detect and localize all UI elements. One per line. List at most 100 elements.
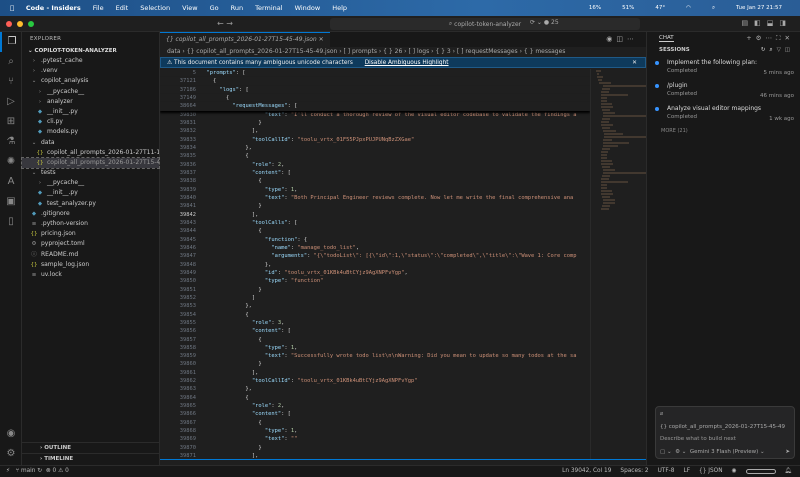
clock[interactable]: Tue Jan 27 21:57 xyxy=(736,5,782,11)
file-tree-item[interactable]: ◆ __init__.py xyxy=(22,188,159,198)
toggle-panel-icon[interactable]: ⬓ xyxy=(767,19,780,27)
file-tree-item[interactable]: ⌄ copilot_analysis xyxy=(22,76,159,86)
code-line[interactable]: 39855 "role": 3, xyxy=(160,319,590,327)
tools-icon[interactable]: ⚙ ⌄ xyxy=(675,449,686,455)
chat-title[interactable]: CHAT xyxy=(659,35,674,42)
code-line[interactable]: 39871 ], xyxy=(160,452,590,459)
apple-icon[interactable]:  xyxy=(10,4,14,12)
remote-explorer-icon[interactable]: ▣ xyxy=(0,192,22,212)
branch[interactable]: main xyxy=(21,468,35,474)
code-line[interactable]: 39849 "id": "toolu_vrtx_01KBk4uBtCYjz9Ag… xyxy=(160,269,590,277)
code-line[interactable]: 39838 { xyxy=(160,177,590,185)
file-tree-item[interactable]: › .pytest_cache xyxy=(22,56,159,66)
new-chat-icon[interactable]: + xyxy=(746,34,755,42)
testing-icon[interactable]: ⚗ xyxy=(0,132,22,152)
account-icon[interactable]: ◉ xyxy=(0,424,22,444)
notifications-icon[interactable]: 🔔︎ xyxy=(785,466,792,477)
timeline-section[interactable]: › TIMELINE xyxy=(22,453,160,464)
code-line[interactable]: 39861 ], xyxy=(160,369,590,377)
file-tree-item[interactable]: ◆ .gitignore xyxy=(22,209,159,219)
code-line[interactable]: 39846 "name": "manage_todo_list", xyxy=(160,244,590,252)
code-line[interactable]: 39867 { xyxy=(160,419,590,427)
file-tree-item[interactable]: ⌄ tests xyxy=(22,168,159,178)
file-tree-item[interactable]: ◆ __init__.py xyxy=(22,107,159,117)
session-item[interactable]: /plugin Completed 46 mins ago xyxy=(647,79,800,102)
code-line[interactable]: 39847 "arguments": "{\"todoList\": [{\"i… xyxy=(160,252,590,260)
sticky-scroll-line[interactable]: 5 "prompts": [ xyxy=(160,69,590,78)
model-picker[interactable]: Gemini 3 Flash (Preview) xyxy=(690,449,758,455)
menu-file[interactable]: File xyxy=(93,4,104,12)
menu-view[interactable]: View xyxy=(182,4,197,12)
workspace-root[interactable]: ⌄ COPILOT-TOKEN-ANALYZER xyxy=(22,46,159,56)
copilot-icon[interactable]: ✺ xyxy=(0,152,22,172)
explorer-icon[interactable]: ❐ xyxy=(0,32,22,52)
copilot-icon[interactable]: ◉ xyxy=(606,35,616,43)
code-line[interactable]: 39836 "role": 2, xyxy=(160,161,590,169)
code-line[interactable]: 39866 "content": [ xyxy=(160,410,590,418)
agent-picker-icon[interactable]: ▢ ⌄ xyxy=(660,449,672,455)
code-line[interactable]: 39835 { xyxy=(160,152,590,160)
code-line[interactable]: 39857 { xyxy=(160,336,590,344)
code-line[interactable]: 39848 }, xyxy=(160,261,590,269)
file-tree-item[interactable]: ⓘ README.md xyxy=(22,250,159,260)
more-sessions[interactable]: MORE (21) xyxy=(647,128,800,134)
editor-tab[interactable]: {} copilot_all_prompts_2026-01-27T15-45-… xyxy=(160,32,330,47)
file-tree-item[interactable]: ≡ uv.lock xyxy=(22,270,159,280)
forward-arrow-icon[interactable]: → xyxy=(226,19,233,28)
search-icon[interactable]: ⌕ xyxy=(769,47,776,53)
session-item[interactable]: Analyze visual editor mappings Completed 1… xyxy=(647,102,800,125)
language-mode[interactable]: {} JSON xyxy=(699,466,723,477)
file-tree-item[interactable]: › __pycache__ xyxy=(22,87,159,97)
menu-help[interactable]: Help xyxy=(332,4,347,12)
layout-icon[interactable]: ◫ xyxy=(785,47,794,53)
azure-icon[interactable]: A xyxy=(0,172,22,192)
disable-highlight-link[interactable]: Disable Ambiguous Highlight xyxy=(365,60,449,66)
file-tree-item[interactable]: ◆ test_analyzer.py xyxy=(22,199,159,209)
file-tree-item[interactable]: {}copilot_all_prompts_2026-01-27T15-45-.… xyxy=(21,156,160,170)
panel-sash[interactable] xyxy=(160,459,646,460)
sticky-scroll-line[interactable]: 37121 { xyxy=(160,77,590,86)
code-line[interactable]: 39831 } xyxy=(160,119,590,127)
memory-status[interactable]: 51% xyxy=(622,5,634,11)
code-line[interactable]: 39844 { xyxy=(160,227,590,235)
menu-go[interactable]: Go xyxy=(210,4,219,12)
send-icon[interactable]: ➤ xyxy=(785,449,790,455)
command-center-search[interactable]: ⌕ copilot-token-analyzer xyxy=(330,18,640,30)
sticky-scroll-line[interactable]: 37149 { xyxy=(160,93,590,103)
code-line[interactable]: 39860 } xyxy=(160,360,590,368)
settings-icon[interactable]: ⚙ xyxy=(756,34,766,42)
cpu-status[interactable]: 16% xyxy=(589,5,601,11)
file-tree-item[interactable]: {}copilot_all_prompts_2026-01-27T11-17-.… xyxy=(22,148,160,158)
code-line[interactable]: 39850 "type": "function" xyxy=(160,277,590,285)
code-line[interactable]: 39834 }, xyxy=(160,144,590,152)
close-banner-icon[interactable]: ✕ xyxy=(632,58,637,69)
sticky-scroll-line[interactable]: 37186 "logs": [ xyxy=(160,85,590,94)
file-tree-item[interactable]: › analyzer xyxy=(22,97,159,107)
file-tree-item[interactable]: {} pricing.json xyxy=(22,229,159,239)
docker-icon[interactable]: ▯ xyxy=(0,212,22,232)
back-arrow-icon[interactable]: ← xyxy=(217,19,224,28)
more-icon[interactable]: ⋯ xyxy=(765,34,776,42)
run-debug-icon[interactable]: ▷ xyxy=(0,92,22,112)
file-tree-item[interactable]: {} sample_log.json xyxy=(22,260,159,270)
menu-edit[interactable]: Edit xyxy=(116,4,129,12)
menu-terminal[interactable]: Terminal xyxy=(255,4,282,12)
code-line[interactable]: 39840 "text": "Both Principal Engineer r… xyxy=(160,194,590,202)
file-tree-item[interactable]: ⌄ data xyxy=(22,138,159,148)
menu-window[interactable]: Window xyxy=(295,4,321,12)
copilot-status-icon[interactable]: ◉ xyxy=(732,466,737,477)
filter-icon[interactable]: ▽ xyxy=(777,47,785,53)
outline-section[interactable]: › OUTLINE xyxy=(22,442,160,453)
attach-icon[interactable]: ⌀ xyxy=(660,411,790,417)
code-line[interactable]: 39839 "type": 1, xyxy=(160,186,590,194)
close-window-button[interactable] xyxy=(6,21,12,27)
file-tree-item[interactable]: › .venv xyxy=(22,66,159,76)
code-line[interactable]: 39832 ], xyxy=(160,127,590,135)
context-attachment[interactable]: {} copilot_all_prompts_2026-01-27T15-45-… xyxy=(660,424,790,430)
code-line[interactable]: 39868 "type": 1, xyxy=(160,427,590,435)
close-tab-icon[interactable]: ✕ xyxy=(319,36,324,43)
chat-input-field[interactable]: Describe what to build next xyxy=(660,436,790,442)
eol[interactable]: LF xyxy=(683,466,690,477)
file-tree-item[interactable]: ≡ .python-version xyxy=(22,219,159,229)
layout-icon[interactable]: ▤ xyxy=(742,19,755,27)
